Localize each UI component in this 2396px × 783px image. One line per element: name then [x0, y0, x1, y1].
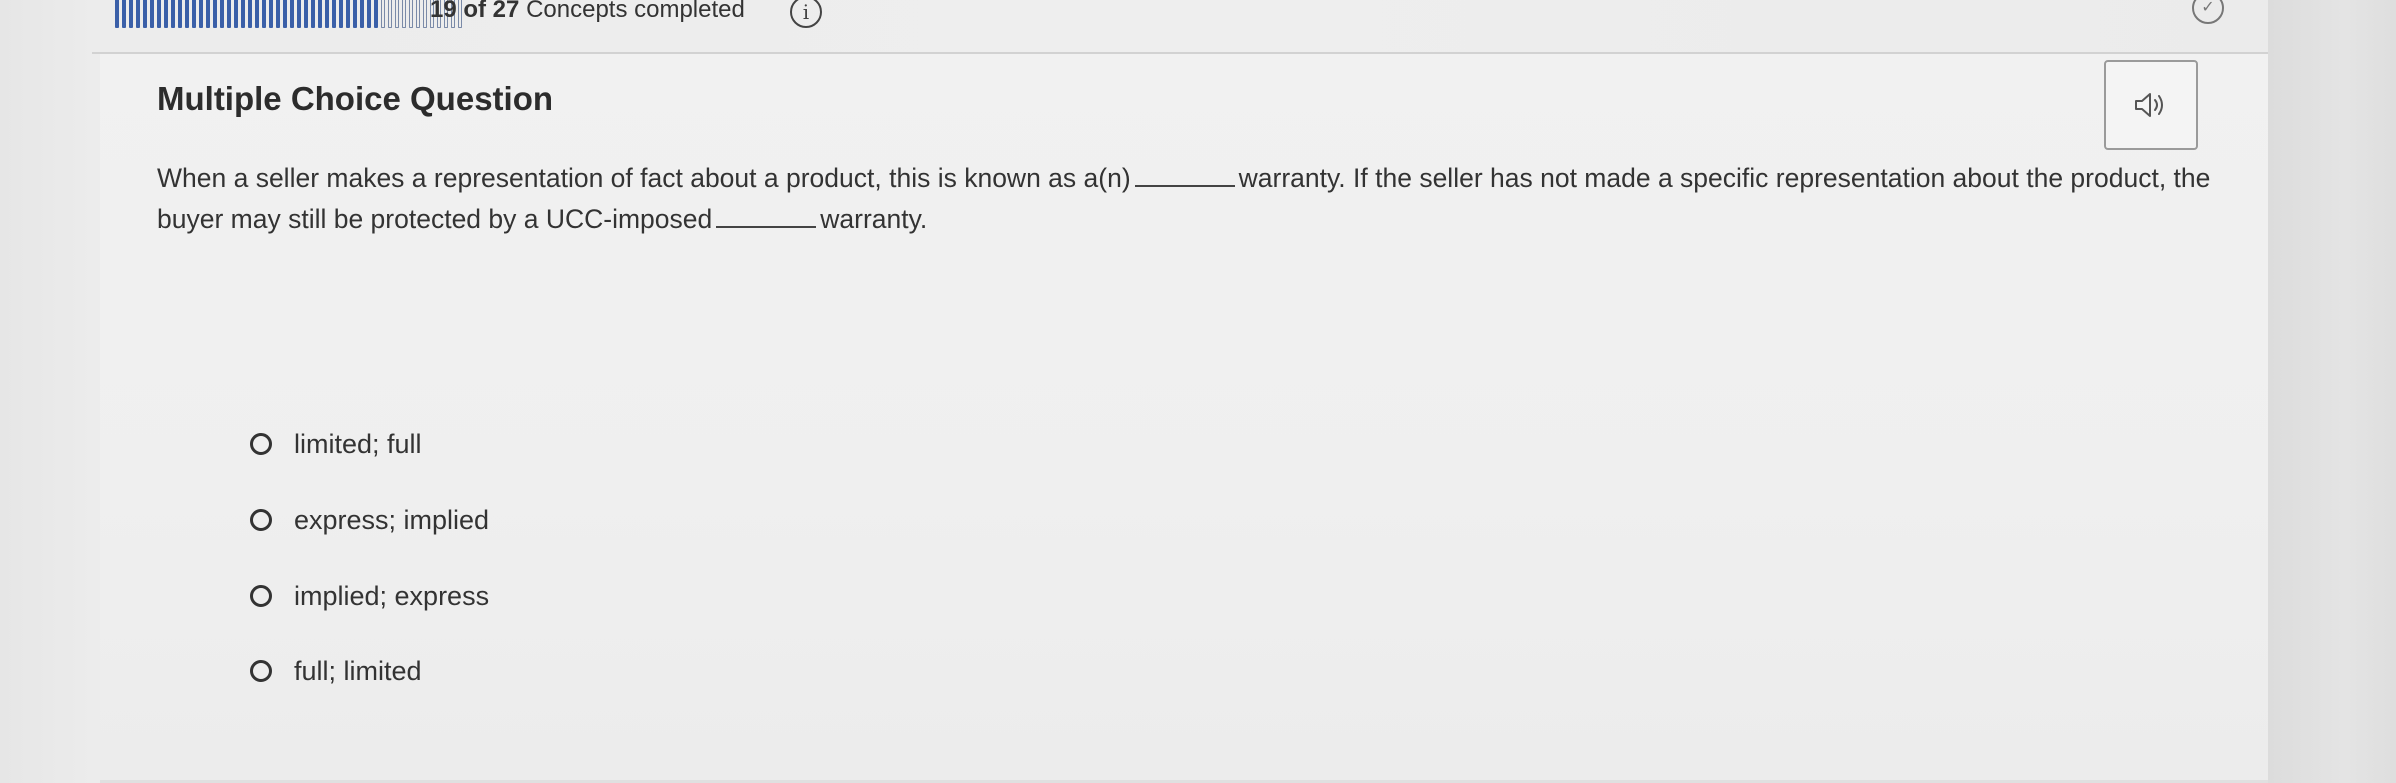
- progress-segment-complete: [346, 0, 350, 28]
- progress-segment-complete: [136, 0, 140, 28]
- progress-segment-incomplete: [388, 0, 392, 28]
- progress-segment-incomplete: [416, 0, 420, 28]
- question-text-part1: When a seller makes a representation of …: [157, 163, 1131, 193]
- progress-segment-complete: [374, 0, 378, 28]
- answer-option-label: implied; express: [294, 580, 490, 611]
- progress-segment-complete: [164, 0, 168, 28]
- progress-segment-complete: [304, 0, 308, 28]
- progress-segment-incomplete: [423, 0, 427, 28]
- progress-segment-incomplete: [409, 0, 413, 28]
- progress-segment-complete: [227, 0, 231, 28]
- answer-option[interactable]: express; implied: [250, 500, 489, 540]
- progress-segment-complete: [360, 0, 364, 28]
- progress-segment-complete: [325, 0, 329, 28]
- progress-segment-complete: [276, 0, 280, 28]
- progress-segment-complete: [290, 0, 294, 28]
- progress-segment-complete: [122, 0, 126, 28]
- question-text-part3: warranty.: [820, 204, 928, 234]
- radio-button[interactable]: [250, 660, 272, 682]
- progress-segment-complete: [332, 0, 336, 28]
- progress-suffix: Concepts completed: [526, 0, 745, 23]
- progress-segment-incomplete: [381, 0, 385, 28]
- progress-label: 19 of 27 Concepts completed: [430, 0, 745, 24]
- read-aloud-button[interactable]: [2104, 60, 2198, 150]
- page-background-edge: [2268, 0, 2396, 783]
- radio-button[interactable]: [250, 585, 272, 607]
- answer-blank-2: [716, 204, 817, 228]
- answer-option[interactable]: limited; full: [250, 424, 422, 464]
- answer-option[interactable]: implied; express: [250, 576, 489, 616]
- radio-button[interactable]: [250, 433, 272, 455]
- speaker-icon: [2135, 93, 2163, 117]
- progress-segment-complete: [199, 0, 203, 28]
- answer-option-label: full; limited: [294, 655, 422, 686]
- progress-segment-complete: [318, 0, 322, 28]
- progress-segment-complete: [339, 0, 343, 28]
- progress-segment-complete: [171, 0, 175, 28]
- question-text: When a seller makes a representation of …: [157, 158, 2217, 240]
- progress-segment-complete: [241, 0, 245, 28]
- progress-segment-complete: [262, 0, 266, 28]
- answer-option[interactable]: full; limited: [250, 651, 422, 691]
- progress-segment-complete: [213, 0, 217, 28]
- radio-button[interactable]: [250, 509, 272, 531]
- progress-segment-complete: [115, 0, 119, 28]
- progress-count: 19 of 27: [430, 0, 520, 23]
- progress-segment-complete: [283, 0, 287, 28]
- info-icon[interactable]: i: [790, 0, 822, 28]
- progress-segment-complete: [185, 0, 189, 28]
- progress-segment-complete: [311, 0, 315, 28]
- progress-segment-incomplete: [402, 0, 406, 28]
- answer-blank-1: [1134, 163, 1235, 187]
- answer-option-label: express; implied: [294, 504, 490, 535]
- question-card: Multiple Choice Question When a seller m…: [100, 54, 2268, 783]
- progress-segment-complete: [234, 0, 238, 28]
- progress-segment-complete: [367, 0, 371, 28]
- answer-option-label: limited; full: [294, 428, 422, 459]
- progress-segment-complete: [157, 0, 161, 28]
- progress-segment-complete: [269, 0, 273, 28]
- progress-segment-complete: [150, 0, 154, 28]
- progress-segment-complete: [248, 0, 252, 28]
- progress-segment-incomplete: [395, 0, 399, 28]
- progress-header: 19 of 27 Concepts completed i ✓: [0, 0, 2268, 52]
- progress-segment-complete: [206, 0, 210, 28]
- progress-segment-complete: [192, 0, 196, 28]
- concepts-progress-bar: [115, 0, 462, 28]
- progress-segment-complete: [353, 0, 357, 28]
- progress-segment-complete: [129, 0, 133, 28]
- question-heading: Multiple Choice Question: [157, 80, 554, 117]
- progress-segment-complete: [143, 0, 147, 28]
- check-circle-icon[interactable]: ✓: [2192, 0, 2224, 24]
- progress-segment-complete: [297, 0, 301, 28]
- progress-segment-complete: [178, 0, 182, 28]
- progress-segment-complete: [220, 0, 224, 28]
- progress-segment-complete: [255, 0, 259, 28]
